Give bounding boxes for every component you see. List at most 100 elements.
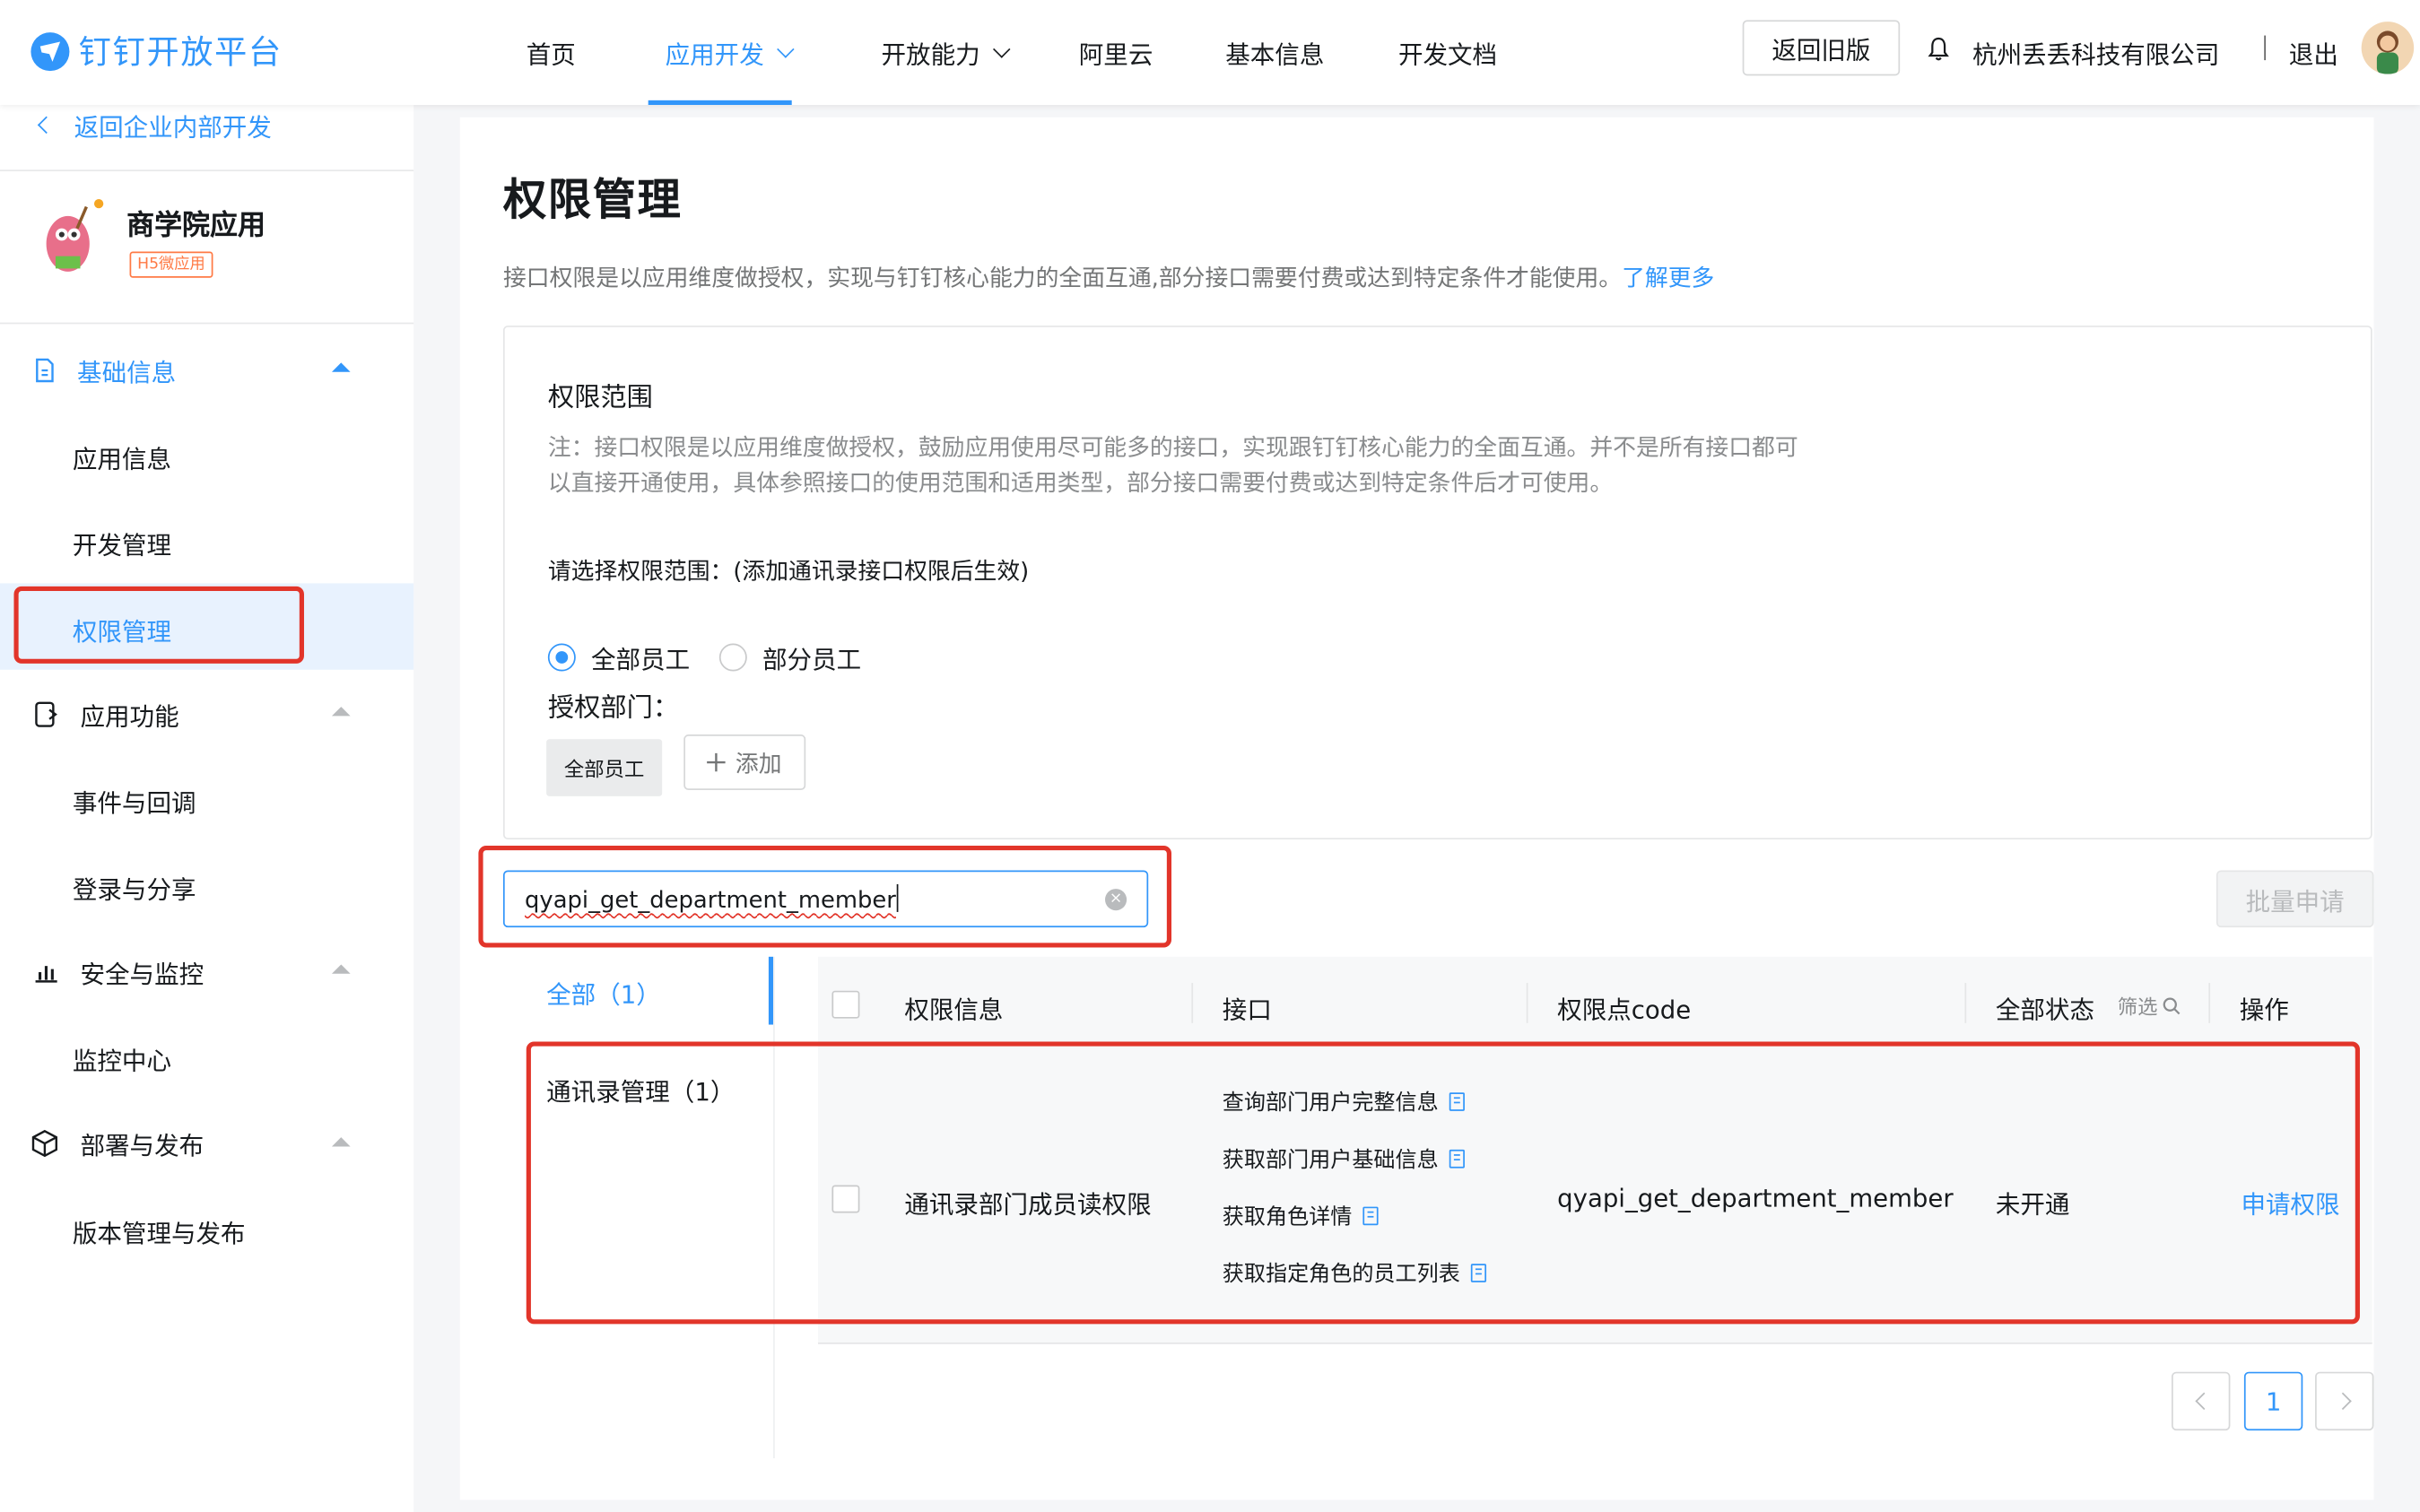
chevron-left-icon xyxy=(2194,1392,2213,1411)
app-name: 商学院应用 xyxy=(126,210,266,243)
sidebar-item-app-info[interactable]: 应用信息 xyxy=(73,439,171,475)
sidebar-group-label: 安全与监控 xyxy=(80,960,205,989)
sidebar-group-label: 应用功能 xyxy=(80,701,179,732)
row-checkbox[interactable] xyxy=(831,1185,860,1213)
add-dept-button[interactable]: 添加 xyxy=(683,734,806,790)
collapse-arrow-icon[interactable] xyxy=(331,707,351,717)
page-description-text: 接口权限是以应用维度做授权，实现与钉钉核心能力的全面互通,部分接口需要付费或达到… xyxy=(502,264,1623,292)
collapse-arrow-icon[interactable] xyxy=(331,1137,351,1147)
status-text: 未开通 xyxy=(1995,1189,2070,1220)
prev-page-button[interactable] xyxy=(2172,1371,2231,1431)
sidebar-item-login-share[interactable]: 登录与分享 xyxy=(73,869,196,906)
platform-logo[interactable]: 钉钉开放平台 xyxy=(30,28,282,74)
header-divider xyxy=(2264,35,2266,61)
api-name: 获取指定角色的员工列表 xyxy=(1222,1262,1460,1288)
sidebar-item-dev-manage[interactable]: 开发管理 xyxy=(73,525,171,561)
page-title: 权限管理 xyxy=(502,174,683,226)
page-description: 接口权限是以应用维度做授权，实现与钉钉核心能力的全面互通,部分接口需要付费或达到… xyxy=(503,261,1714,293)
chevron-right-icon xyxy=(2333,1392,2351,1411)
column-permission-info: 权限信息 xyxy=(904,995,1004,1025)
sidebar xyxy=(0,105,414,1512)
column-separator xyxy=(1191,983,1194,1023)
dept-tag: 全部员工 xyxy=(546,739,663,796)
return-old-version-button[interactable]: 返回旧版 xyxy=(1742,20,1901,76)
category-all[interactable]: 全部（1） xyxy=(546,974,661,1011)
doc-link-icon[interactable] xyxy=(1362,1206,1379,1226)
api-name: 查询部门用户完整信息 xyxy=(1222,1091,1439,1117)
radio-all-employees[interactable]: 全部员工 xyxy=(547,639,691,675)
row-divider xyxy=(817,1343,2372,1344)
nav-open-capability[interactable]: 开放能力 xyxy=(882,34,1011,71)
api-name: 获取角色详情 xyxy=(1222,1204,1353,1230)
search-input[interactable]: qyapi_get_department_member × xyxy=(502,870,1149,928)
batch-apply-button[interactable]: 批量申请 xyxy=(2215,870,2374,928)
cube-icon xyxy=(31,1129,58,1158)
avatar[interactable] xyxy=(2361,22,2415,74)
nav-dev-docs[interactable]: 开发文档 xyxy=(1398,34,1497,71)
company-name[interactable]: 杭州丢丢科技有限公司 xyxy=(1972,34,2219,71)
radio-part-employees[interactable]: 部分员工 xyxy=(718,639,862,675)
api-item: 获取指定角色的员工列表 xyxy=(1222,1257,1487,1288)
next-page-button[interactable] xyxy=(2315,1371,2374,1431)
permission-name: 通讯录部门成员读权限 xyxy=(904,1189,1152,1220)
bell-icon[interactable] xyxy=(1928,37,1949,67)
back-to-internal-dev-link[interactable]: 返回企业内部开发 xyxy=(37,107,272,143)
scope-title: 权限范围 xyxy=(547,382,653,414)
sidebar-group-label: 部署与发布 xyxy=(80,1131,205,1160)
nav-basic-info[interactable]: 基本信息 xyxy=(1225,34,1324,71)
nav-home[interactable]: 首页 xyxy=(527,34,576,71)
dingtalk-logo-icon xyxy=(30,31,70,71)
chevron-down-icon xyxy=(993,40,1011,58)
sidebar-divider xyxy=(0,169,414,171)
permission-code: qyapi_get_department_member xyxy=(1557,1183,1954,1213)
search-input-value: qyapi_get_department_member xyxy=(525,883,898,914)
collapse-arrow-icon[interactable] xyxy=(331,362,351,372)
column-api: 接口 xyxy=(1222,995,1272,1025)
sidebar-item-permission-manage[interactable]: 权限管理 xyxy=(73,611,171,647)
category-contacts[interactable]: 通讯录管理（1） xyxy=(546,1071,735,1108)
sidebar-item-events-callback[interactable]: 事件与回调 xyxy=(73,782,196,819)
top-header: 钉钉开放平台 首页 应用开发 开放能力 阿里云 基本信息 开发文档 返回旧版 杭… xyxy=(0,0,2420,106)
api-item: 查询部门用户完整信息 xyxy=(1223,1086,1465,1117)
apply-permission-link[interactable]: 申请权限 xyxy=(2241,1184,2339,1221)
api-name: 获取部门用户基础信息 xyxy=(1222,1148,1439,1173)
app-icon xyxy=(30,197,108,281)
filter-label: 筛选 xyxy=(2117,996,2158,1021)
column-status: 全部状态 xyxy=(1995,995,2095,1025)
logo-text: 钉钉开放平台 xyxy=(78,33,283,72)
chevron-left-icon xyxy=(37,116,56,135)
document-icon xyxy=(36,358,54,383)
scope-note: 注：接口权限是以应用维度做授权，鼓励应用使用尽可能多的接口，实现跟钉钉核心能力的… xyxy=(547,433,1798,498)
page-number-button[interactable]: 1 xyxy=(2243,1371,2303,1431)
bar-chart-icon xyxy=(35,966,57,983)
select-all-checkbox[interactable] xyxy=(831,990,860,1019)
authorized-dept-label: 授权部门： xyxy=(547,692,680,725)
column-separator xyxy=(1964,983,1967,1023)
sidebar-group-app-features[interactable]: 应用功能 xyxy=(34,696,179,733)
sidebar-group-security-monitor[interactable]: 安全与监控 xyxy=(34,953,204,990)
sidebar-group-basic-info[interactable]: 基础信息 xyxy=(34,352,176,388)
doc-link-icon[interactable] xyxy=(1449,1092,1465,1111)
search-icon xyxy=(2163,996,2181,1014)
radio-label: 全部员工 xyxy=(591,645,691,674)
doc-link-icon[interactable] xyxy=(1470,1264,1487,1282)
nav-aliyun[interactable]: 阿里云 xyxy=(1079,34,1153,71)
learn-more-link[interactable]: 了解更多 xyxy=(1622,264,1714,291)
logout-link[interactable]: 退出 xyxy=(2289,34,2338,71)
clear-icon[interactable]: × xyxy=(1105,889,1127,911)
column-separator xyxy=(2208,983,2211,1023)
app-type-badge: H5微应用 xyxy=(129,251,213,278)
sidebar-group-label: 基础信息 xyxy=(77,358,177,387)
plus-icon xyxy=(707,752,727,772)
doc-link-icon[interactable] xyxy=(1449,1149,1465,1169)
sidebar-group-deploy-publish[interactable]: 部署与发布 xyxy=(30,1125,204,1161)
collapse-arrow-icon[interactable] xyxy=(331,964,351,974)
sidebar-active-highlight xyxy=(0,583,414,670)
radio-label: 部分员工 xyxy=(762,645,862,674)
api-item: 获取角色详情 xyxy=(1223,1201,1379,1231)
column-permission-code: 权限点code xyxy=(1557,995,1692,1025)
sidebar-item-version-publish[interactable]: 版本管理与发布 xyxy=(73,1212,246,1249)
nav-app-dev[interactable]: 应用开发 xyxy=(666,34,795,71)
status-filter[interactable]: 筛选 xyxy=(2117,991,2181,1021)
sidebar-item-monitor-center[interactable]: 监控中心 xyxy=(73,1040,171,1077)
